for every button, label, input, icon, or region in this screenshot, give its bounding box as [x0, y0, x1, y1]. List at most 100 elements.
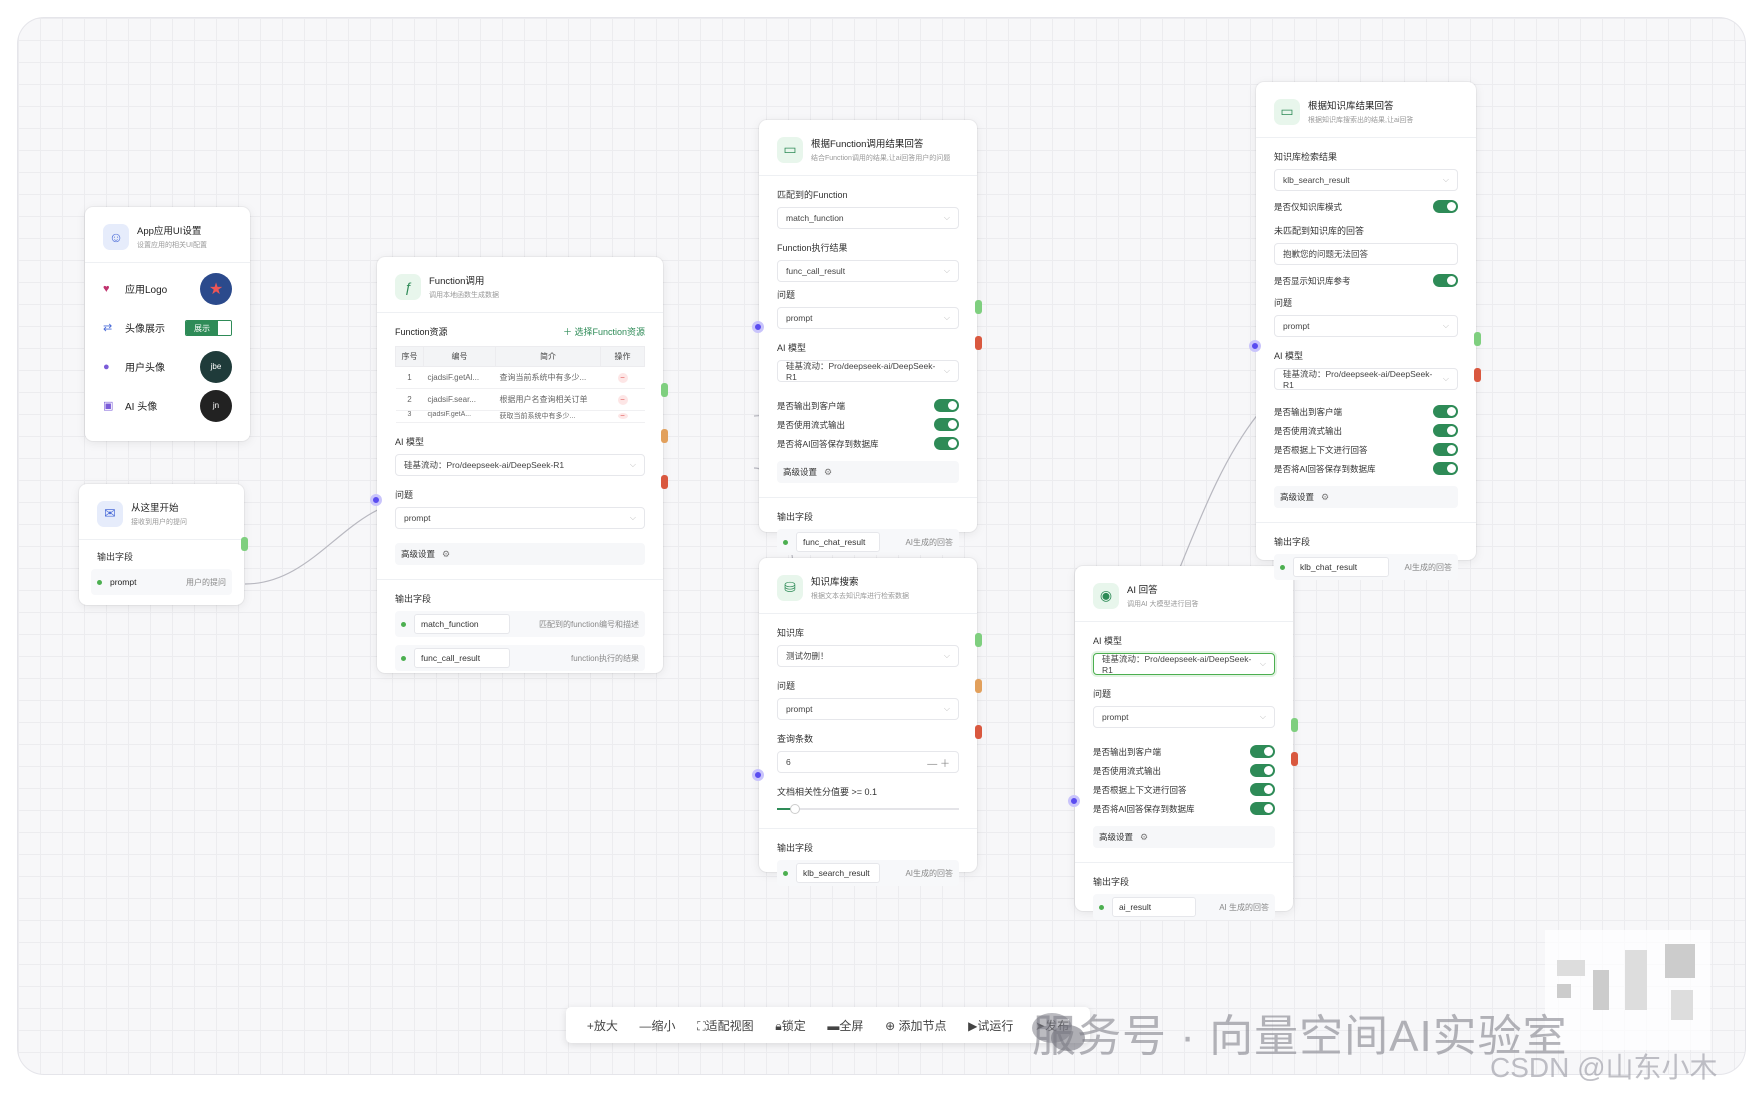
advanced-label: 高级设置: [783, 467, 818, 477]
avatar-display-toggle[interactable]: 展示: [185, 319, 232, 336]
app-logo-image[interactable]: ★: [200, 272, 232, 305]
lock-button[interactable]: 🔒︎锁定: [775, 1017, 805, 1034]
result-select[interactable]: klb_search_result ⌵: [1274, 169, 1458, 191]
workflow-canvas[interactable]: ☺ App应用UI设置 设置应用的相关UI配置 ♥ 应用Logo ★ ⇄ 头像展…: [18, 18, 1745, 1074]
fit-view-button[interactable]: ⛶适配视图: [697, 1017, 753, 1034]
kb-answer-node[interactable]: ▭ 根据知识库结果回答 根据知识库搜索出的结果,让ai回答 知识库检索结果 kl…: [1249, 82, 1481, 580]
save-db-toggle[interactable]: [1433, 462, 1458, 475]
output-field: func_chat_result: [796, 532, 880, 552]
kb-answer-output-port-2[interactable]: [1474, 368, 1481, 382]
advanced-settings[interactable]: 高级设置 ⚙: [395, 543, 645, 565]
stream-output-toggle[interactable]: [934, 418, 959, 431]
table-row[interactable]: 3 cjadsiF.getA... 获取当前系统中有多少... −: [395, 410, 645, 423]
button-label: 添加节点: [898, 1018, 947, 1033]
remove-icon[interactable]: −: [617, 372, 628, 383]
kb-search-output-port-3[interactable]: [975, 725, 982, 739]
func-answer-output-port-1[interactable]: [975, 300, 982, 314]
user-avatar-image[interactable]: jbe: [200, 350, 232, 383]
model-select[interactable]: 硅基流动：Pro/deepseek-ai/DeepSeek-R1 ⌵: [395, 454, 645, 476]
question-select[interactable]: prompt ⌵: [1093, 706, 1275, 728]
match-select[interactable]: match_function ⌵: [777, 207, 959, 229]
exec-select[interactable]: func_call_result ⌵: [777, 260, 959, 282]
select-value: 硅基流动：Pro/deepseek-ai/DeepSeek-R1: [1283, 369, 1433, 390]
output-label: 输出字段: [777, 843, 814, 853]
model-select[interactable]: 硅基流动：Pro/deepseek-ai/DeepSeek-R1 ⌵: [1093, 653, 1275, 675]
question-select[interactable]: prompt ⌵: [777, 698, 959, 720]
ai-answer-output-port-1[interactable]: [1291, 718, 1298, 732]
start-output-port[interactable]: [241, 537, 248, 551]
row-no: 1: [395, 366, 424, 389]
choose-function-link[interactable]: ＋ 选择Function资源: [563, 325, 645, 338]
add-node-button[interactable]: ⊕ 添加节点: [885, 1017, 946, 1034]
fullscreen-button[interactable]: ▬全屏: [827, 1017, 863, 1034]
button-label: 试运行: [977, 1018, 1014, 1033]
model-select[interactable]: 硅基流动：Pro/deepseek-ai/DeepSeek-R1 ⌵: [1274, 368, 1458, 390]
func-answer-output-port-2[interactable]: [975, 336, 982, 350]
kb-answer-output-port-1[interactable]: [1474, 332, 1481, 346]
function-output-port-1[interactable]: [661, 383, 668, 397]
func-answer-node[interactable]: ▭ 根据Function调用结果回答 结合Function调用的结果,让ai回答…: [752, 120, 982, 555]
model-label: AI 模型: [395, 437, 425, 447]
function-call-node[interactable]: ƒ Function调用 调用本地函数生成数据 Function资源 ＋ 选择F…: [370, 257, 668, 673]
test-run-button[interactable]: ▶试运行: [968, 1017, 1013, 1034]
zoom-in-button[interactable]: +放大: [587, 1017, 618, 1034]
count-stepper[interactable]: 6 — ＋: [777, 751, 959, 773]
only-kb-toggle[interactable]: [1433, 200, 1458, 213]
question-select[interactable]: prompt ⌵: [777, 307, 959, 329]
context-answer-toggle[interactable]: [1433, 443, 1458, 456]
save-db-toggle[interactable]: [934, 437, 959, 450]
ai-answer-output-port-2[interactable]: [1291, 752, 1298, 766]
show-ref-toggle[interactable]: [1433, 274, 1458, 287]
output-client-toggle[interactable]: [1250, 745, 1275, 758]
table-row[interactable]: 1 cjadsiF.getAl... 查询当前系统中有多少... −: [395, 366, 645, 389]
slider-knob[interactable]: [790, 804, 801, 814]
zoom-out-button[interactable]: —缩小: [640, 1017, 676, 1034]
node-header: ▭ 根据知识库结果回答 根据知识库搜索出的结果,让ai回答: [1256, 82, 1476, 138]
chevron-down-icon: ⌵: [629, 460, 636, 469]
function-input-port[interactable]: [370, 494, 382, 506]
context-answer-toggle[interactable]: [1250, 783, 1275, 796]
score-slider[interactable]: [777, 804, 959, 814]
stepper-buttons[interactable]: — ＋: [927, 755, 950, 770]
table-row[interactable]: 2 cjadsiF.sear... 根据用户名查询相关订单 −: [395, 388, 645, 411]
model-select[interactable]: 硅基流动：Pro/deepseek-ai/DeepSeek-R1 ⌵: [777, 360, 959, 382]
choose-label: 选择Function资源: [574, 327, 645, 337]
row-code: cjadsiF.getA...: [423, 410, 496, 423]
output-row: match_function 匹配到的function编号和描述: [395, 611, 645, 637]
kb-search-output-port-2[interactable]: [975, 679, 982, 693]
advanced-settings[interactable]: 高级设置 ⚙: [1093, 826, 1275, 848]
output-client-toggle[interactable]: [1433, 405, 1458, 418]
function-output-port-3[interactable]: [661, 475, 668, 489]
kb-select[interactable]: 测试勿删！ ⌵: [777, 645, 959, 667]
output-dot: [1280, 564, 1285, 570]
ai-answer-node[interactable]: ◉ AI 回答 调用AI 大模型进行回答 AI 模型 硅基流动：Pro/deep…: [1068, 566, 1298, 920]
kb-search-node[interactable]: ⛁ 知识库搜索 根据文本去知识库进行检索数据 知识库 测试勿删！ ⌵ 问题 pro…: [752, 558, 982, 886]
output-row: klb_chat_result AI生成的回答: [1274, 554, 1458, 580]
question-select[interactable]: prompt ⌵: [395, 507, 645, 529]
remove-icon[interactable]: −: [617, 394, 628, 405]
remove-icon[interactable]: −: [617, 412, 628, 420]
stream-output-toggle[interactable]: [1250, 764, 1275, 777]
ai-answer-input-port[interactable]: [1068, 795, 1080, 807]
kb-search-output-port-1[interactable]: [975, 633, 982, 647]
question-select[interactable]: prompt ⌵: [1274, 315, 1458, 337]
app-ui-settings-node[interactable]: ☺ App应用UI设置 设置应用的相关UI配置 ♥ 应用Logo ★ ⇄ 头像展…: [85, 207, 250, 441]
advanced-settings[interactable]: 高级设置 ⚙: [777, 461, 959, 483]
function-output-port-2[interactable]: [661, 429, 668, 443]
watermark-text: 服务号 · 向量空间AI实验室: [1032, 1012, 1568, 1061]
model-label: AI 模型: [1093, 636, 1123, 646]
table-header: 简介: [495, 346, 601, 367]
advanced-settings[interactable]: 高级设置 ⚙: [1274, 486, 1458, 508]
toggle-row: 是否使用流式输出: [777, 415, 959, 434]
unmatched-input[interactable]: 抱歉您的问题无法回答: [1274, 243, 1458, 265]
save-db-toggle[interactable]: [1250, 802, 1275, 815]
func-answer-input-port[interactable]: [752, 321, 764, 333]
question-label: 问题: [1274, 298, 1293, 308]
output-client-toggle[interactable]: [934, 399, 959, 412]
stream-output-toggle[interactable]: [1433, 424, 1458, 437]
start-node[interactable]: ✉ 从这里开始 接收到用户的提问 输出字段 prompt 用户的提问: [79, 484, 248, 605]
kb-search-input-port[interactable]: [752, 769, 764, 781]
ai-avatar-image[interactable]: jn: [200, 389, 232, 422]
toggle-label: 是否将AI回答保存到数据库: [777, 438, 879, 449]
kb-answer-input-port[interactable]: [1249, 340, 1261, 352]
